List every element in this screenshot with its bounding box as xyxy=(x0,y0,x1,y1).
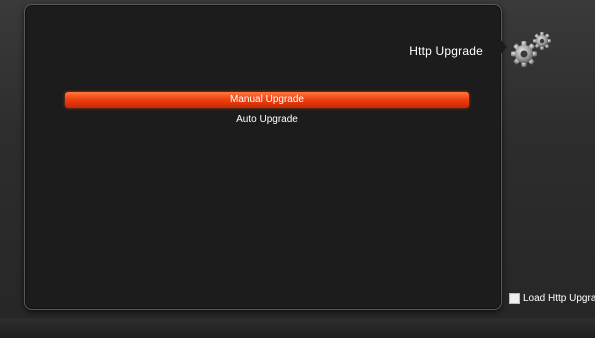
legend-load-http-upgrade: Load Http Upgra xyxy=(509,293,595,304)
menu-item-label: Manual Upgrade xyxy=(230,94,304,105)
page-title: Http Upgrade xyxy=(409,44,483,58)
white-key-icon xyxy=(509,293,520,304)
menu-item-manual-upgrade[interactable]: Manual Upgrade xyxy=(65,92,469,108)
title-pointer xyxy=(498,37,507,57)
main-panel: Http Upgrade Manual Upgrade Auto Upgrade xyxy=(24,4,502,310)
menu-item-label: Auto Upgrade xyxy=(236,114,298,125)
screen: Http Upgrade Manual Upgrade Auto Upgrade xyxy=(0,0,595,338)
legend-label: Load Http Upgra xyxy=(523,293,595,304)
gears-icon xyxy=(510,30,554,70)
bottom-strip xyxy=(0,318,595,338)
menu-item-auto-upgrade[interactable]: Auto Upgrade xyxy=(65,112,469,128)
upgrade-menu: Manual Upgrade Auto Upgrade xyxy=(65,92,469,132)
